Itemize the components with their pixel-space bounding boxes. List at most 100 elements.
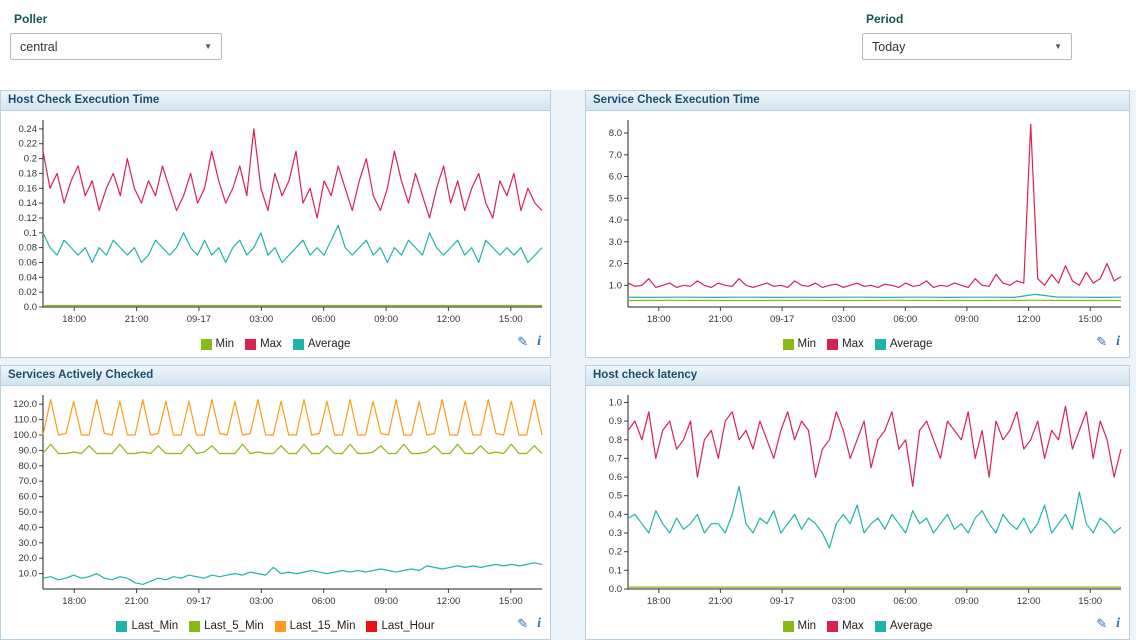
chart-area: 0.00.020.040.060.080.10.120.140.160.180.…	[1, 111, 550, 331]
svg-text:21:00: 21:00	[125, 314, 149, 325]
legend-label: Max	[842, 620, 864, 632]
chart-canvas-service-check-execution-time[interactable]: 1.02.03.04.05.06.07.08.018:0021:0009-170…	[586, 111, 1129, 331]
chart-area: 10.020.030.040.050.060.070.080.090.0100.…	[1, 386, 550, 613]
svg-text:0.3: 0.3	[609, 528, 622, 539]
legend-swatch	[783, 339, 794, 350]
legend-label: Last_5_Min	[204, 620, 263, 632]
svg-text:15:00: 15:00	[499, 596, 523, 607]
dashboard-page: Poller central ▼ Period Today ▼ Host Che…	[0, 0, 1136, 640]
svg-text:0.2: 0.2	[609, 547, 622, 558]
legend-label: Last_Hour	[381, 620, 434, 632]
svg-text:15:00: 15:00	[499, 314, 523, 325]
info-icon[interactable]: i	[537, 334, 541, 350]
svg-text:0.6: 0.6	[609, 472, 622, 483]
svg-text:06:00: 06:00	[893, 314, 917, 325]
svg-text:50.0: 50.0	[19, 507, 38, 518]
edit-icon[interactable]: ✎	[1096, 334, 1107, 350]
svg-text:12:00: 12:00	[1017, 596, 1041, 607]
info-icon[interactable]: i	[1116, 334, 1120, 350]
svg-text:7.0: 7.0	[609, 150, 622, 161]
chevron-down-icon: ▼	[1054, 42, 1062, 51]
legend-item-average[interactable]: Average	[875, 338, 933, 350]
chart-legend: Last_Min Last_5_Min Last_15_Min Last_Hour	[1, 613, 550, 639]
svg-text:30.0: 30.0	[19, 538, 38, 549]
legend-item-last_hour[interactable]: Last_Hour	[366, 620, 434, 632]
svg-text:03:00: 03:00	[832, 314, 856, 325]
poller-select[interactable]: central ▼	[10, 33, 222, 60]
svg-text:0.12: 0.12	[19, 213, 38, 224]
legend-swatch	[827, 339, 838, 350]
svg-text:90.0: 90.0	[19, 445, 38, 456]
svg-text:15:00: 15:00	[1078, 596, 1102, 607]
legend-item-last_min[interactable]: Last_Min	[116, 620, 178, 632]
chart-canvas-host-check-execution-time[interactable]: 0.00.020.040.060.080.10.120.140.160.180.…	[1, 111, 550, 331]
edit-icon[interactable]: ✎	[517, 616, 528, 632]
legend-item-average[interactable]: Average	[875, 620, 933, 632]
info-icon[interactable]: i	[537, 616, 541, 632]
svg-text:09:00: 09:00	[955, 314, 979, 325]
legend-swatch	[875, 621, 886, 632]
legend-label: Max	[842, 338, 864, 350]
edit-icon[interactable]: ✎	[517, 334, 528, 350]
svg-text:0.24: 0.24	[19, 124, 38, 135]
svg-text:0.08: 0.08	[19, 243, 38, 254]
info-icon[interactable]: i	[1116, 616, 1120, 632]
legend-item-average[interactable]: Average	[293, 338, 351, 350]
period-select[interactable]: Today ▼	[862, 33, 1072, 60]
legend-label: Min	[216, 338, 235, 350]
period-selected-value: Today	[872, 40, 905, 54]
svg-text:0.14: 0.14	[19, 198, 38, 209]
svg-text:0.7: 0.7	[609, 453, 622, 464]
legend-item-min[interactable]: Min	[783, 620, 817, 632]
svg-text:2.0: 2.0	[609, 259, 622, 270]
legend-label: Last_15_Min	[290, 620, 356, 632]
chart-legend: Min Max Average	[1, 331, 550, 357]
svg-text:06:00: 06:00	[312, 596, 336, 607]
panel-service-check-execution-time: Service Check Execution Time 1.02.03.04.…	[585, 90, 1130, 358]
chart-canvas-services-actively-checked[interactable]: 10.020.030.040.050.060.070.080.090.0100.…	[1, 386, 550, 613]
legend-label: Min	[798, 338, 817, 350]
legend-swatch	[116, 621, 127, 632]
svg-text:5.0: 5.0	[609, 193, 622, 204]
svg-text:0.06: 0.06	[19, 258, 38, 269]
edit-icon[interactable]: ✎	[1096, 616, 1107, 632]
svg-text:03:00: 03:00	[249, 596, 273, 607]
legend-label: Average	[308, 338, 351, 350]
panel-actions: ✎ i	[1096, 616, 1120, 632]
svg-text:0.22: 0.22	[19, 139, 38, 150]
poller-label: Poller	[14, 12, 222, 26]
legend-item-min[interactable]: Min	[783, 338, 817, 350]
svg-text:18:00: 18:00	[62, 596, 86, 607]
svg-text:0.4: 0.4	[609, 509, 622, 520]
legend-item-last_15_min[interactable]: Last_15_Min	[275, 620, 356, 632]
svg-text:09:00: 09:00	[374, 314, 398, 325]
legend-swatch	[189, 621, 200, 632]
svg-text:1.0: 1.0	[609, 398, 622, 409]
svg-text:6.0: 6.0	[609, 172, 622, 183]
legend-swatch	[827, 621, 838, 632]
period-control: Period Today ▼	[862, 12, 1072, 60]
poller-selected-value: central	[20, 40, 58, 54]
chart-canvas-host-check-latency[interactable]: 0.00.10.20.30.40.50.60.70.80.91.018:0021…	[586, 386, 1129, 613]
legend-label: Average	[890, 338, 933, 350]
svg-text:18:00: 18:00	[62, 314, 86, 325]
legend-item-max[interactable]: Max	[245, 338, 282, 350]
svg-text:12:00: 12:00	[437, 314, 461, 325]
svg-text:0.0: 0.0	[609, 584, 622, 595]
legend-item-max[interactable]: Max	[827, 338, 864, 350]
period-label: Period	[866, 12, 1072, 26]
svg-text:110.0: 110.0	[14, 415, 37, 426]
panel-actions: ✎ i	[517, 616, 541, 632]
svg-text:100.0: 100.0	[13, 430, 37, 441]
legend-swatch	[293, 339, 304, 350]
svg-text:120.0: 120.0	[13, 399, 37, 410]
legend-item-last_5_min[interactable]: Last_5_Min	[189, 620, 263, 632]
panel-actions: ✎ i	[517, 334, 541, 350]
legend-item-min[interactable]: Min	[201, 338, 235, 350]
svg-text:09-17: 09-17	[187, 314, 211, 325]
svg-text:12:00: 12:00	[1017, 314, 1041, 325]
svg-text:12:00: 12:00	[437, 596, 461, 607]
legend-item-max[interactable]: Max	[827, 620, 864, 632]
svg-text:09-17: 09-17	[770, 596, 794, 607]
svg-text:09:00: 09:00	[374, 596, 398, 607]
